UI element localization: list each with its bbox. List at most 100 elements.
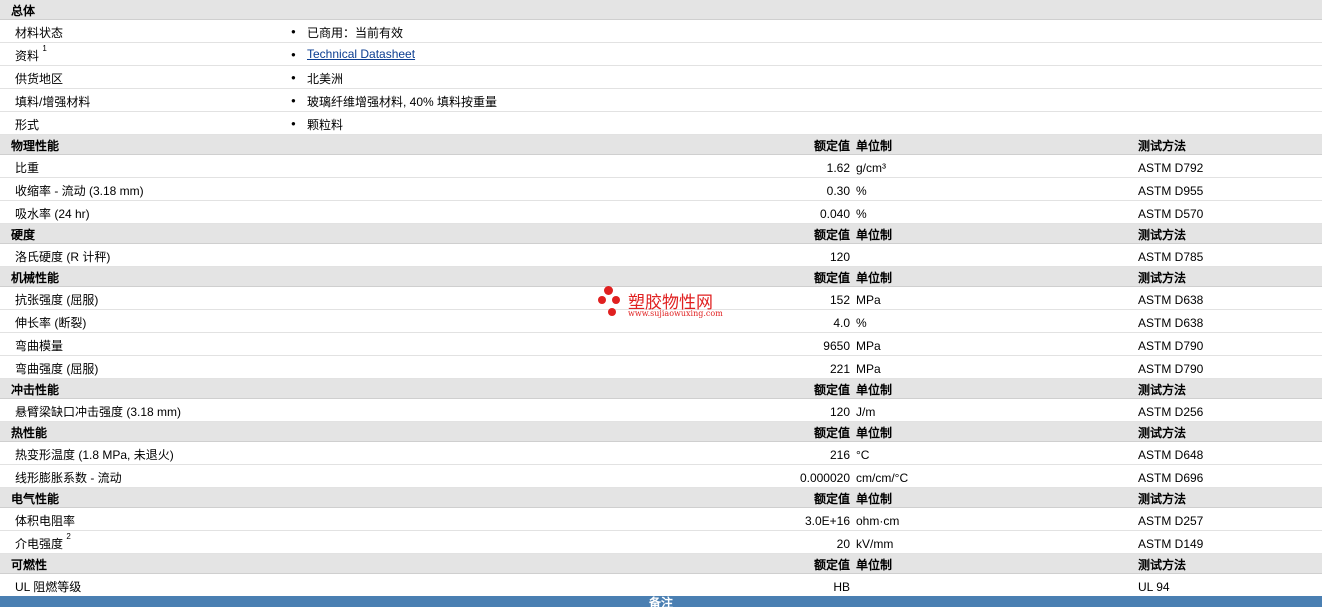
nominal-value: 9650 [823, 339, 850, 353]
property-label-text: 弯曲模量 [15, 339, 64, 353]
property-label: 填料/增强材料 [15, 93, 90, 110]
test-method: ASTM D638 [1138, 316, 1204, 330]
bullet-icon: ● [291, 50, 296, 59]
test-method: ASTM D696 [1138, 471, 1204, 485]
test-method: ASTM D570 [1138, 207, 1204, 221]
section-title: 电气性能 [11, 492, 60, 506]
unit: °C [856, 448, 870, 462]
table-row: 介电强度 2 20 kV/mm ASTM D149 [0, 531, 1322, 554]
property-label-text: 供货地区 [15, 72, 64, 86]
property-label: 收缩率 - 流动 (3.18 mm) [15, 182, 144, 199]
footnote-ref: 2 [66, 532, 71, 541]
property-label-text: 伸长率 (断裂) [15, 316, 87, 330]
column-header-value: 额定值 [813, 271, 850, 285]
table-row: 资料 1 ● Technical Datasheet [0, 43, 1322, 66]
column-header-method: 测试方法 [1138, 426, 1187, 440]
property-label: 形式 [15, 116, 39, 133]
property-label-text: 填料/增强材料 [15, 95, 91, 109]
property-value: 玻璃纤维增强材料, 40% 填料按重量 [307, 95, 498, 109]
nominal-value: 120 [829, 250, 850, 264]
table-row: 填料/增强材料 ● 玻璃纤维增强材料, 40% 填料按重量 [0, 89, 1322, 112]
property-label-text: 线形膨胀系数 - 流动 [15, 471, 122, 485]
unit: MPa [856, 293, 881, 307]
section-title: 物理性能 [11, 139, 60, 153]
column-header-method: 测试方法 [1138, 139, 1187, 153]
property-label: 热变形温度 (1.8 MPa, 未退火) [15, 446, 174, 463]
table-row: 热变形温度 (1.8 MPa, 未退火) 216 °C ASTM D648 [0, 442, 1322, 465]
watermark-dot [598, 296, 606, 304]
table-row: 形式 ● 颗粒料 [0, 112, 1322, 135]
property-value: 已商用：当前有效 [307, 26, 404, 40]
table-row: 线形膨胀系数 - 流动 0.000020 cm/cm/°C ASTM D696 [0, 465, 1322, 488]
section-header-row: 热性能 额定值 单位制 测试方法 [0, 422, 1322, 442]
test-method: ASTM D256 [1138, 405, 1204, 419]
section-header-row: 冲击性能 额定值 单位制 测试方法 [0, 379, 1322, 399]
table-row: 收缩率 - 流动 (3.18 mm) 0.30% ASTM D955 [0, 178, 1322, 201]
section-header-row: 总体 [0, 0, 1322, 20]
table-row: 体积电阻率 3.0E+16 ohm·cm ASTM D257 [0, 508, 1322, 531]
nominal-value: 0.040 [819, 207, 850, 221]
nominal-value: 0.30 [826, 184, 850, 198]
unit: % [856, 316, 867, 330]
nominal-value: 120 [829, 405, 850, 419]
unit: kV/mm [856, 537, 894, 551]
property-label: 洛氏硬度 (R 计秤) [15, 248, 110, 265]
property-value: 北美洲 [307, 72, 344, 86]
column-header-method: 测试方法 [1138, 271, 1187, 285]
property-label: 材料状态 [15, 24, 63, 41]
column-header-method: 测试方法 [1138, 492, 1187, 506]
nominal-value: 216 [829, 448, 850, 462]
section-header-row: 硬度 额定值 单位制 测试方法 [0, 224, 1322, 244]
table-row: 比重 1.62 g/cm³ ASTM D792 [0, 155, 1322, 178]
technical-datasheet-link[interactable]: Technical Datasheet [307, 47, 415, 61]
property-label: 悬臂梁缺口冲击强度 (3.18 mm) [15, 403, 181, 420]
nominal-value: HB [833, 580, 850, 594]
property-label: 抗张强度 (屈服) [15, 291, 98, 308]
table-row: 弯曲强度 (屈服) 221 MPa ASTM D790 [0, 356, 1322, 379]
test-method: ASTM D785 [1138, 250, 1204, 264]
table-row: 供货地区 ● 北美洲 [0, 66, 1322, 89]
table-row: 材料状态 ● 已商用：当前有效 [0, 20, 1322, 43]
test-method: ASTM D648 [1138, 448, 1204, 462]
column-header-value: 额定值 [813, 558, 850, 572]
property-label: 伸长率 (断裂) [15, 314, 86, 331]
property-label-text: UL 阻燃等级 [15, 580, 82, 594]
section-title: 机械性能 [11, 271, 60, 285]
property-label: 线形膨胀系数 - 流动 [15, 469, 122, 486]
unit: % [856, 184, 867, 198]
watermark-dot [612, 296, 620, 304]
property-label: UL 阻燃等级 [15, 578, 81, 595]
column-header-unit: 单位制 [856, 139, 893, 153]
table-row: 弯曲模量 9650 MPa ASTM D790 [0, 333, 1322, 356]
nominal-value: 1.62 [826, 161, 850, 175]
unit: cm/cm/°C [856, 471, 909, 485]
test-method: UL 94 [1138, 580, 1170, 594]
column-header-unit: 单位制 [856, 492, 893, 506]
unit: J/m [856, 405, 876, 419]
column-header-value: 额定值 [813, 426, 850, 440]
section-header-row: 机械性能 额定值 单位制 测试方法 [0, 267, 1322, 287]
section-header-row: 可燃性 额定值 单位制 测试方法 [0, 554, 1322, 574]
property-label-text: 介电强度 [15, 537, 64, 551]
nominal-value: 20 [836, 537, 850, 551]
table-row: 悬臂梁缺口冲击强度 (3.18 mm) 120 J/m ASTM D256 [0, 399, 1322, 422]
property-label-text: 洛氏硬度 (R 计秤) [15, 250, 111, 264]
test-method: ASTM D955 [1138, 184, 1204, 198]
watermark-logo: 塑胶物性网 www.sujiaowuxing.com [598, 286, 728, 322]
test-method: ASTM D257 [1138, 514, 1204, 528]
bullet-icon: ● [291, 27, 296, 36]
column-header-method: 测试方法 [1138, 383, 1187, 397]
property-label: 资料 1 [15, 44, 47, 64]
nominal-value: 3.0E+16 [804, 514, 850, 528]
bullet-icon: ● [291, 119, 296, 128]
unit: ohm·cm [856, 514, 900, 528]
section-title: 热性能 [11, 426, 48, 440]
test-method: ASTM D792 [1138, 161, 1204, 175]
nominal-value: 4.0 [833, 316, 850, 330]
test-method: ASTM D638 [1138, 293, 1204, 307]
property-label-text: 抗张强度 (屈服) [15, 293, 99, 307]
column-header-value: 额定值 [813, 383, 850, 397]
property-label-text: 资料 [15, 49, 40, 63]
column-header-value: 额定值 [813, 492, 850, 506]
column-header-method: 测试方法 [1138, 558, 1187, 572]
